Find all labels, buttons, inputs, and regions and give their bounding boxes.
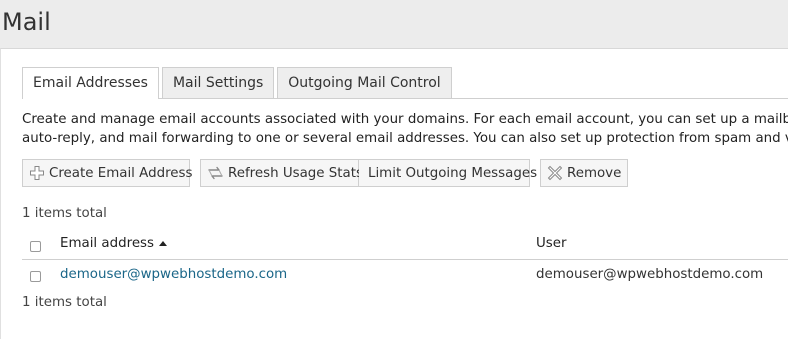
column-header-user-label: User — [536, 236, 567, 251]
user-cell: demouser@wpwebhostdemo.com — [536, 267, 764, 282]
column-header-email-address[interactable]: Email address — [60, 236, 168, 251]
create-email-address-label: Create Email Address — [49, 165, 193, 181]
remove-label: Remove — [567, 165, 622, 181]
toolbar: Create Email Address Refresh Usage Stats… — [22, 159, 628, 187]
select-all-checkbox[interactable] — [30, 241, 41, 252]
limit-outgoing-messages-label: Limit Outgoing Messages — [368, 165, 538, 181]
items-total-bottom: 1 items total — [22, 295, 107, 310]
create-email-address-button[interactable]: Create Email Address — [22, 159, 193, 187]
remove-button[interactable]: Remove — [540, 159, 628, 187]
tab-outgoing-mail-control[interactable]: Outgoing Mail Control — [277, 67, 452, 98]
column-header-email-label: Email address — [60, 236, 155, 251]
page-description: Create and manage email accounts associa… — [22, 110, 788, 148]
refresh-usage-stats-label: Refresh Usage Stats — [228, 165, 363, 181]
plus-icon — [29, 164, 45, 182]
refresh-icon — [207, 164, 224, 182]
mail-content-panel: Email Addresses Mail Settings Outgoing M… — [0, 48, 788, 339]
items-total-top: 1 items total — [22, 206, 107, 221]
table-header: Email address User — [22, 231, 788, 260]
page-title: Mail — [2, 8, 51, 36]
refresh-usage-stats-button[interactable]: Refresh Usage Stats — [200, 159, 363, 187]
sort-ascending-icon — [159, 241, 168, 246]
tab-email-addresses[interactable]: Email Addresses — [22, 67, 159, 99]
email-address-link[interactable]: demouser@wpwebhostdemo.com — [60, 267, 287, 282]
mail-tabs: Email Addresses Mail Settings Outgoing M… — [22, 67, 452, 99]
limit-outgoing-messages-button[interactable]: Limit Outgoing Messages — [359, 159, 537, 187]
column-header-user: User — [536, 236, 567, 251]
page-header: Mail — [0, 0, 788, 48]
tab-mail-settings[interactable]: Mail Settings — [161, 67, 275, 98]
table-row: demouser@wpwebhostdemo.com demouser@wpwe… — [22, 260, 788, 290]
description-line-2: auto-reply, and mail forwarding to one o… — [22, 131, 788, 146]
description-line-1: Create and manage email accounts associa… — [22, 112, 788, 127]
remove-x-icon — [547, 164, 563, 182]
row-checkbox[interactable] — [30, 271, 41, 282]
